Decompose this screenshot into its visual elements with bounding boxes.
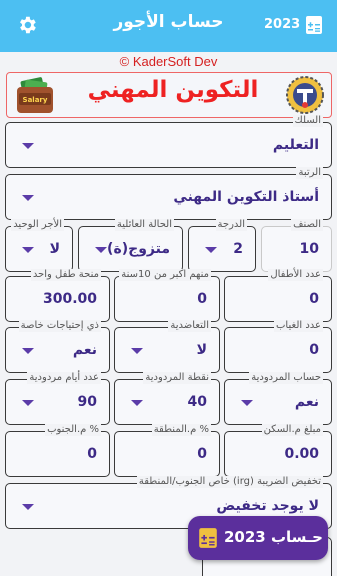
chevron-down-icon <box>131 400 143 406</box>
degree-select[interactable]: الدرجة 2 <box>188 219 256 272</box>
degree-label: الدرجة <box>215 219 247 231</box>
performance-calc-select[interactable]: حساب المردودية نعم <box>224 372 332 425</box>
mutual-select[interactable]: التعاضدية لا <box>114 320 220 373</box>
grade-label: الرتبة <box>296 167 323 179</box>
child-grant-field[interactable]: منحة طفل واحد 300.00 <box>5 269 110 322</box>
tax-reduction-label: تخفيض الضريبة (irg) خاص الجنوب/المنطقة <box>136 476 323 488</box>
absence-field[interactable]: عدد الغياب 0 <box>224 320 332 373</box>
corps-label: السلك <box>292 115 323 127</box>
children-over10-label: منهم اكبر من 10سنة <box>119 269 211 281</box>
performance-calc-value: نعم <box>294 394 319 410</box>
mutual-value: لا <box>196 342 207 358</box>
calculate-button[interactable]: حـساب 2023 <box>188 516 328 560</box>
performance-points-label: نقطة المردودية <box>143 372 211 384</box>
absence-label: عدد الغياب <box>274 320 323 332</box>
performance-days-value: 90 <box>77 394 97 410</box>
housing-allowance-field[interactable]: مبلغ م.السكن 0.00 <box>224 424 332 477</box>
chevron-down-icon <box>22 195 34 201</box>
chevron-down-icon <box>205 247 217 253</box>
performance-points-value: 40 <box>187 394 207 410</box>
children-count-value: 0 <box>309 291 319 307</box>
chevron-down-icon <box>22 400 34 406</box>
chevron-down-icon <box>131 348 143 354</box>
absence-value: 0 <box>309 342 319 358</box>
zone-allowance-label: % م.المنطقة <box>151 424 211 436</box>
zone-allowance-value: 0 <box>197 446 207 462</box>
grade-value: أستاذ التكوين المهني <box>173 189 319 205</box>
banner-title: التكوين المهني <box>87 77 259 103</box>
child-grant-label: منحة طفل واحد <box>30 269 101 281</box>
child-grant-value: 300.00 <box>42 291 97 307</box>
header-banner: Salary التكوين المهني <box>6 72 332 118</box>
children-over10-field[interactable]: منهم اكبر من 10سنة 0 <box>114 269 220 322</box>
children-over10-value: 0 <box>197 291 207 307</box>
year-label: 2023 <box>264 17 301 32</box>
corps-select[interactable]: السلك التعليم <box>5 115 332 168</box>
single-wage-value: لا <box>49 241 60 257</box>
single-wage-label: الأجر الوحيد <box>11 219 64 231</box>
wallet-logo-text: Salary <box>23 96 48 104</box>
category-value: 10 <box>299 241 319 257</box>
housing-allowance-value: 0.00 <box>284 446 319 462</box>
performance-days-label: عدد أيام مردودية <box>27 372 101 384</box>
chevron-down-icon <box>22 143 34 149</box>
zone-allowance-field[interactable]: % م.المنطقة 0 <box>114 424 220 477</box>
tax-reduction-value: لا يوجد تخفيض <box>216 498 319 514</box>
app-bar: حساب الأجور 2023 <box>0 0 337 52</box>
calculate-button-label: حـساب 2023 <box>224 528 323 546</box>
performance-days-select[interactable]: عدد أيام مردودية 90 <box>5 372 110 425</box>
special-needs-label: ذي إحتياجات خاصة <box>18 320 101 332</box>
family-status-value: متزوج(ة) <box>107 241 170 257</box>
single-wage-select[interactable]: الأجر الوحيد لا <box>5 219 73 272</box>
chevron-down-icon <box>22 504 34 510</box>
calculator-icon[interactable] <box>305 15 323 35</box>
wallet-logo-icon: Salary <box>17 77 53 113</box>
housing-allowance-label: مبلغ م.السكن <box>261 424 323 436</box>
chevron-down-icon <box>22 348 34 354</box>
chevron-down-icon <box>22 247 34 253</box>
mutual-label: التعاضدية <box>168 320 211 332</box>
category-field[interactable]: الصنف 10 <box>261 219 332 272</box>
special-needs-select[interactable]: ذي إحتياجات خاصة نعم <box>5 320 110 373</box>
performance-calc-label: حساب المردودية <box>249 372 323 384</box>
degree-value: 2 <box>233 241 243 257</box>
calculator-icon <box>199 528 217 548</box>
category-label: الصنف <box>291 219 323 231</box>
family-status-label: الحالة العائلية <box>114 219 174 231</box>
special-needs-value: نعم <box>72 342 97 358</box>
institute-logo-icon <box>286 76 324 114</box>
south-allowance-label: % م.الجنوب <box>45 424 101 436</box>
grade-select[interactable]: الرتبة أستاذ التكوين المهني <box>5 167 332 220</box>
copyright-text: © KaderSoft Dev <box>119 54 218 69</box>
south-allowance-value: 0 <box>87 446 97 462</box>
chevron-down-icon <box>95 247 107 253</box>
chevron-down-icon <box>241 400 253 406</box>
south-allowance-field[interactable]: % م.الجنوب 0 <box>5 424 110 477</box>
performance-points-select[interactable]: نقطة المردودية 40 <box>114 372 220 425</box>
children-count-label: عدد الأطفال <box>268 269 323 281</box>
corps-value: التعليم <box>272 137 319 153</box>
children-count-field[interactable]: عدد الأطفال 0 <box>224 269 332 322</box>
family-status-select[interactable]: الحالة العائلية متزوج(ة) <box>78 219 183 272</box>
